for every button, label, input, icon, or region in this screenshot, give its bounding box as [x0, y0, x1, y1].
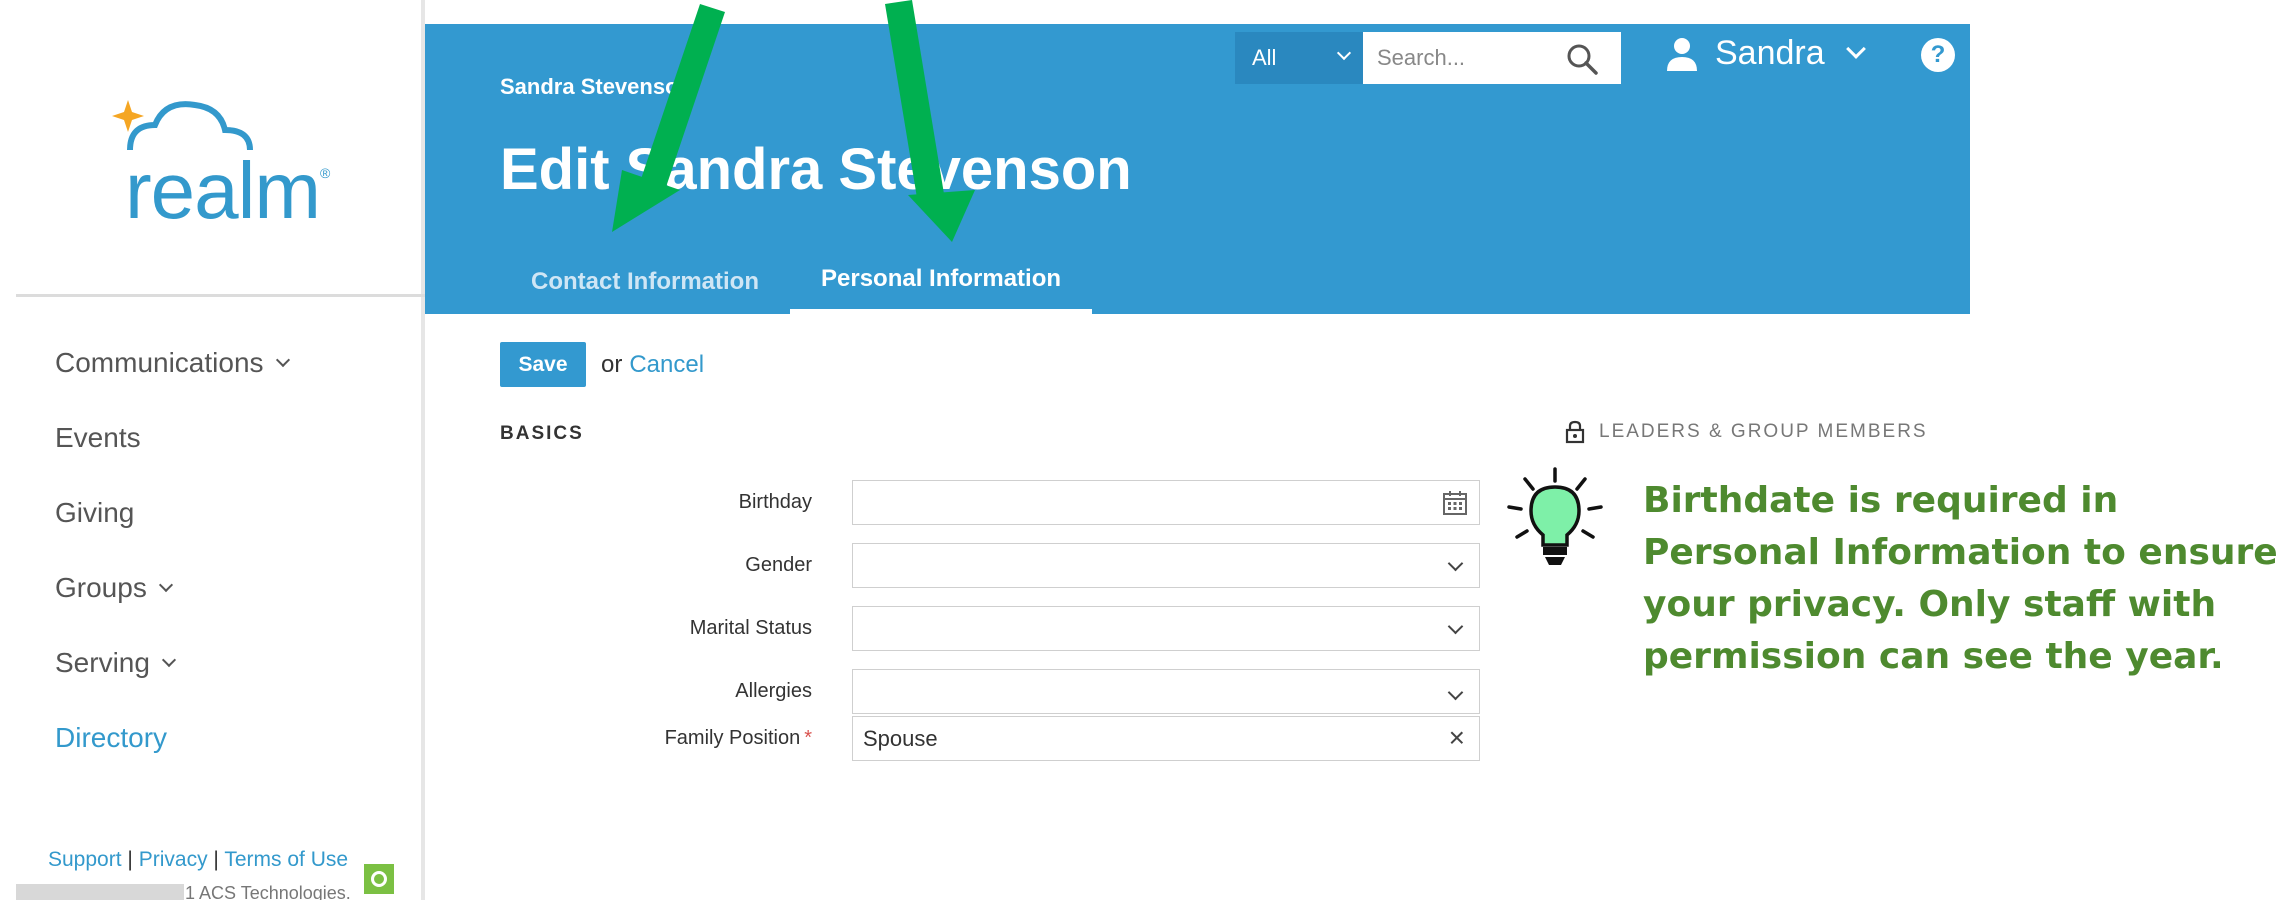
search-scope-value: All: [1252, 45, 1277, 70]
clear-icon[interactable]: ×: [1449, 724, 1465, 752]
footer-links: Support | Privacy | Terms of Use: [48, 848, 348, 872]
browser-status-strip: [16, 884, 184, 900]
lock-icon: [1565, 420, 1585, 444]
gender-label: Gender: [745, 554, 812, 576]
family-position-select[interactable]: Spouse ×: [852, 716, 1480, 761]
page-title: Edit Sandra Stevenson: [500, 137, 1132, 202]
form-row-family-position: Family Position * Spouse ×: [500, 716, 1480, 761]
tab-contact-information[interactable]: Contact Information: [500, 249, 790, 314]
sidebar-nav: Communications Events Giving Groups Serv…: [55, 325, 290, 775]
page-header: Sandra Stevenson Edit Sandra Stevenson C…: [425, 24, 1970, 314]
privacy-setting[interactable]: LEADERS & GROUP MEMBERS: [1565, 420, 1928, 444]
form-row-gender: Gender: [500, 543, 1480, 588]
form-actions: Save or Cancel: [500, 342, 704, 387]
family-position-value: Spouse: [863, 725, 938, 751]
user-name: Sandra: [1715, 34, 1825, 72]
sidebar-item-giving[interactable]: Giving: [55, 475, 288, 550]
breadcrumb[interactable]: Sandra Stevenson: [500, 74, 692, 100]
marital-status-select[interactable]: [852, 606, 1480, 651]
chevron-down-icon: [161, 652, 177, 667]
chevron-down-icon: [1447, 684, 1464, 701]
chevron-down-icon: [1447, 555, 1464, 572]
chevron-down-icon: [1447, 618, 1464, 635]
sidebar-item-communications[interactable]: Communications: [55, 325, 290, 400]
page: realm® Communications Events Giving Grou…: [0, 0, 2280, 900]
sidebar-item-events[interactable]: Events: [55, 400, 288, 475]
help-icon[interactable]: ?: [1921, 38, 1955, 72]
chevron-down-icon: [1845, 38, 1866, 59]
search-scope-select[interactable]: All: [1235, 32, 1363, 84]
copyright-text: 1 ACS Technologies.: [185, 883, 351, 900]
terms-link[interactable]: Terms of Use: [224, 848, 348, 871]
chevron-down-icon: [1336, 45, 1352, 61]
required-marker: *: [804, 727, 812, 749]
user-menu[interactable]: Sandra: [1665, 34, 1866, 73]
calendar-icon[interactable]: [1441, 489, 1469, 517]
sidebar-item-label: Groups: [55, 571, 147, 603]
marital-status-label: Marital Status: [689, 617, 812, 639]
chat-widget-icon[interactable]: [364, 864, 394, 894]
sidebar: realm® Communications Events Giving Grou…: [0, 0, 425, 900]
sidebar-item-directory[interactable]: Directory: [55, 700, 288, 775]
or-text: or: [601, 350, 623, 378]
sidebar-item-serving[interactable]: Serving: [55, 625, 288, 700]
form-row-birthday: Birthday: [500, 480, 1480, 525]
search-bar: All: [1235, 32, 1621, 84]
family-position-label: Family Position *: [664, 727, 812, 749]
logo-wordmark: realm®: [125, 146, 330, 235]
support-link[interactable]: Support: [48, 848, 122, 871]
sidebar-divider: [16, 294, 425, 297]
tab-bar: Contact Information Personal Information: [500, 249, 1093, 314]
save-button[interactable]: Save: [500, 342, 586, 387]
user-icon: [1667, 37, 1697, 71]
footer-separator: |: [213, 848, 219, 871]
section-title-basics: BASICS: [500, 423, 584, 444]
allergies-label: Allergies: [735, 680, 812, 702]
form-row-marital-status: Marital Status: [500, 606, 1480, 651]
sidebar-item-label: Directory: [55, 721, 168, 753]
form-row-allergies: Allergies: [500, 669, 1480, 714]
sidebar-item-label: Communications: [55, 346, 264, 378]
privacy-link[interactable]: Privacy: [139, 848, 208, 871]
search-icon[interactable]: [1565, 42, 1599, 76]
privacy-label: LEADERS & GROUP MEMBERS: [1599, 421, 1928, 442]
footer-separator: |: [127, 848, 133, 871]
sidebar-item-groups[interactable]: Groups: [55, 550, 288, 625]
sidebar-item-label: Events: [55, 421, 141, 453]
tab-personal-information[interactable]: Personal Information: [790, 249, 1093, 314]
chevron-down-icon: [158, 577, 173, 592]
birthday-label: Birthday: [738, 491, 812, 513]
tip-text: Birthdate is required in Personal Inform…: [1643, 480, 2278, 677]
sidebar-item-label: Serving: [55, 646, 150, 678]
lightbulb-icon: [1507, 467, 1603, 565]
chevron-down-icon: [275, 352, 290, 367]
sidebar-item-label: Giving: [55, 496, 135, 528]
allergies-select[interactable]: [852, 669, 1480, 714]
realm-logo[interactable]: realm®: [100, 90, 340, 235]
birthday-field[interactable]: [852, 480, 1480, 525]
gender-select[interactable]: [852, 543, 1480, 588]
cancel-link[interactable]: Cancel: [629, 351, 704, 379]
